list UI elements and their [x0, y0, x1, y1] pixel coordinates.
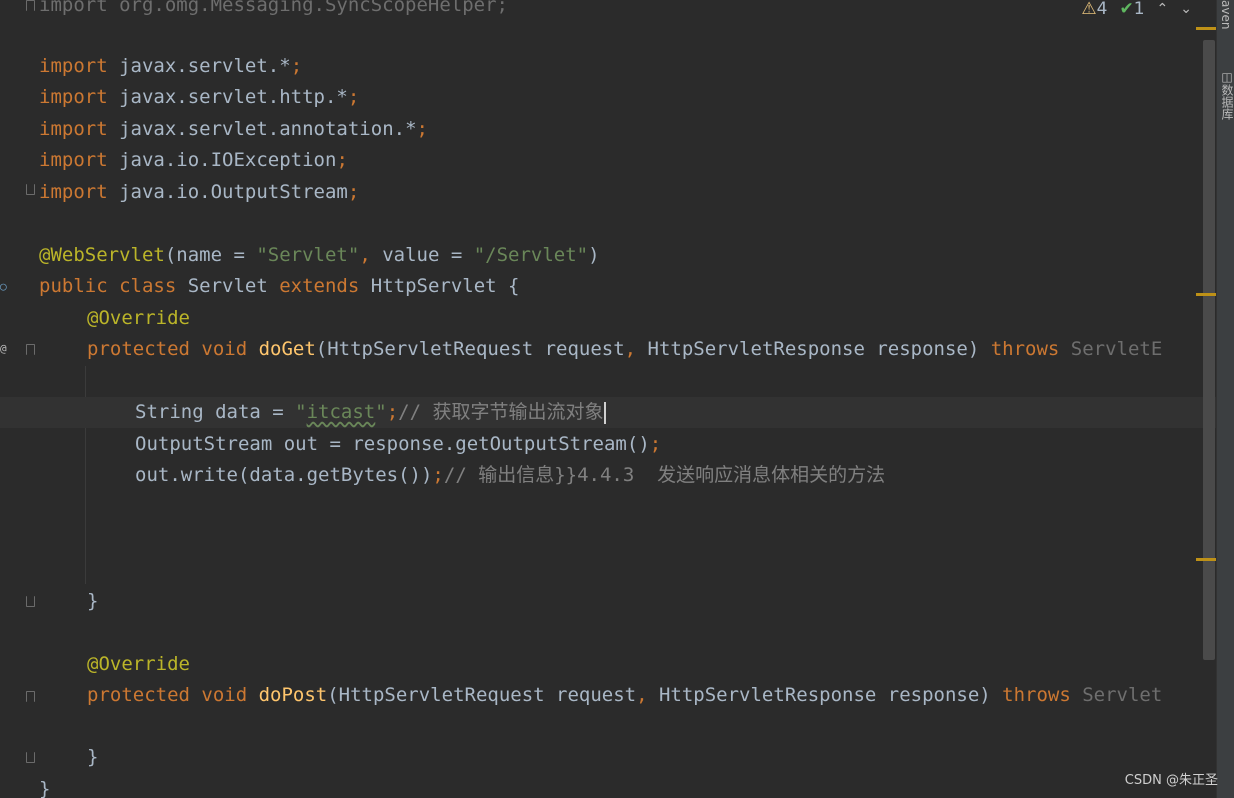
typo-indicator[interactable]: ✔1	[1119, 0, 1144, 19]
code-line-import: import javax.servlet.http.*;	[39, 86, 360, 108]
code-line-current[interactable]: String data = "itcast";// 获取字节输出流对象	[0, 397, 1216, 428]
import-text: import org.omg.Messaging.SyncScopeHelper…	[39, 0, 508, 16]
fold-marker-icon[interactable]	[26, 752, 35, 763]
code-line-import-partial: import org.omg.Messaging.SyncScopeHelper…	[0, 0, 1216, 21]
code-editor[interactable]: import org.omg.Messaging.SyncScopeHelper…	[0, 0, 1216, 798]
scrollbar-thumb[interactable]	[1203, 40, 1215, 660]
fold-marker-icon[interactable]	[26, 344, 35, 355]
maven-tool-tab[interactable]: aven	[1219, 0, 1233, 29]
code-line-override: @Override	[87, 653, 190, 675]
code-line-import: import java.io.IOException;	[39, 149, 348, 171]
warning-icon: ⚠	[1081, 0, 1097, 19]
text-caret	[604, 401, 607, 424]
code-line: out.write(data.getBytes());// 输出信息}}4.4.…	[135, 464, 886, 486]
fold-marker-icon[interactable]	[26, 596, 35, 607]
warning-marker[interactable]	[1196, 27, 1216, 30]
watermark: CSDN @朱正圣	[1124, 773, 1218, 788]
code-line-import: import java.io.OutputStream;	[39, 181, 360, 203]
warning-marker[interactable]	[1196, 293, 1216, 296]
code-line-override: @Override	[87, 307, 190, 329]
code-line-brace: }	[39, 778, 51, 798]
fold-marker-icon[interactable]	[26, 184, 35, 195]
fold-marker-icon[interactable]	[26, 0, 35, 11]
code-line-brace: }	[87, 746, 99, 768]
database-tool-tab[interactable]: ◫数据库	[1219, 70, 1234, 120]
fold-marker-icon[interactable]	[26, 691, 35, 702]
typo-underline: itcast	[306, 401, 376, 423]
code-line-import: import javax.servlet.annotation.*;	[39, 118, 428, 140]
inspection-widget[interactable]: ⚠4 ✔1 ⌃ ⌄	[1075, 0, 1192, 19]
chevron-up-icon[interactable]: ⌃	[1157, 1, 1169, 17]
code-line-annotation: @WebServlet(name = "Servlet", value = "/…	[39, 244, 600, 266]
warning-marker[interactable]	[1196, 558, 1216, 561]
code-line: OutputStream out = response.getOutputStr…	[135, 433, 662, 455]
code-line-dopost: protected void doPost(HttpServletRequest…	[87, 684, 1163, 706]
warnings-indicator[interactable]: ⚠4	[1081, 0, 1107, 19]
code-line-class: public class Servlet extends HttpServlet…	[39, 275, 520, 297]
check-icon: ✔	[1119, 0, 1134, 19]
chevron-down-icon[interactable]: ⌄	[1180, 1, 1192, 17]
code-line-import: import javax.servlet.*;	[39, 55, 303, 77]
database-icon: ◫	[1220, 70, 1234, 84]
code-line-brace: }	[87, 590, 99, 612]
code-line-doget: protected void doGet(HttpServletRequest …	[87, 338, 1163, 360]
